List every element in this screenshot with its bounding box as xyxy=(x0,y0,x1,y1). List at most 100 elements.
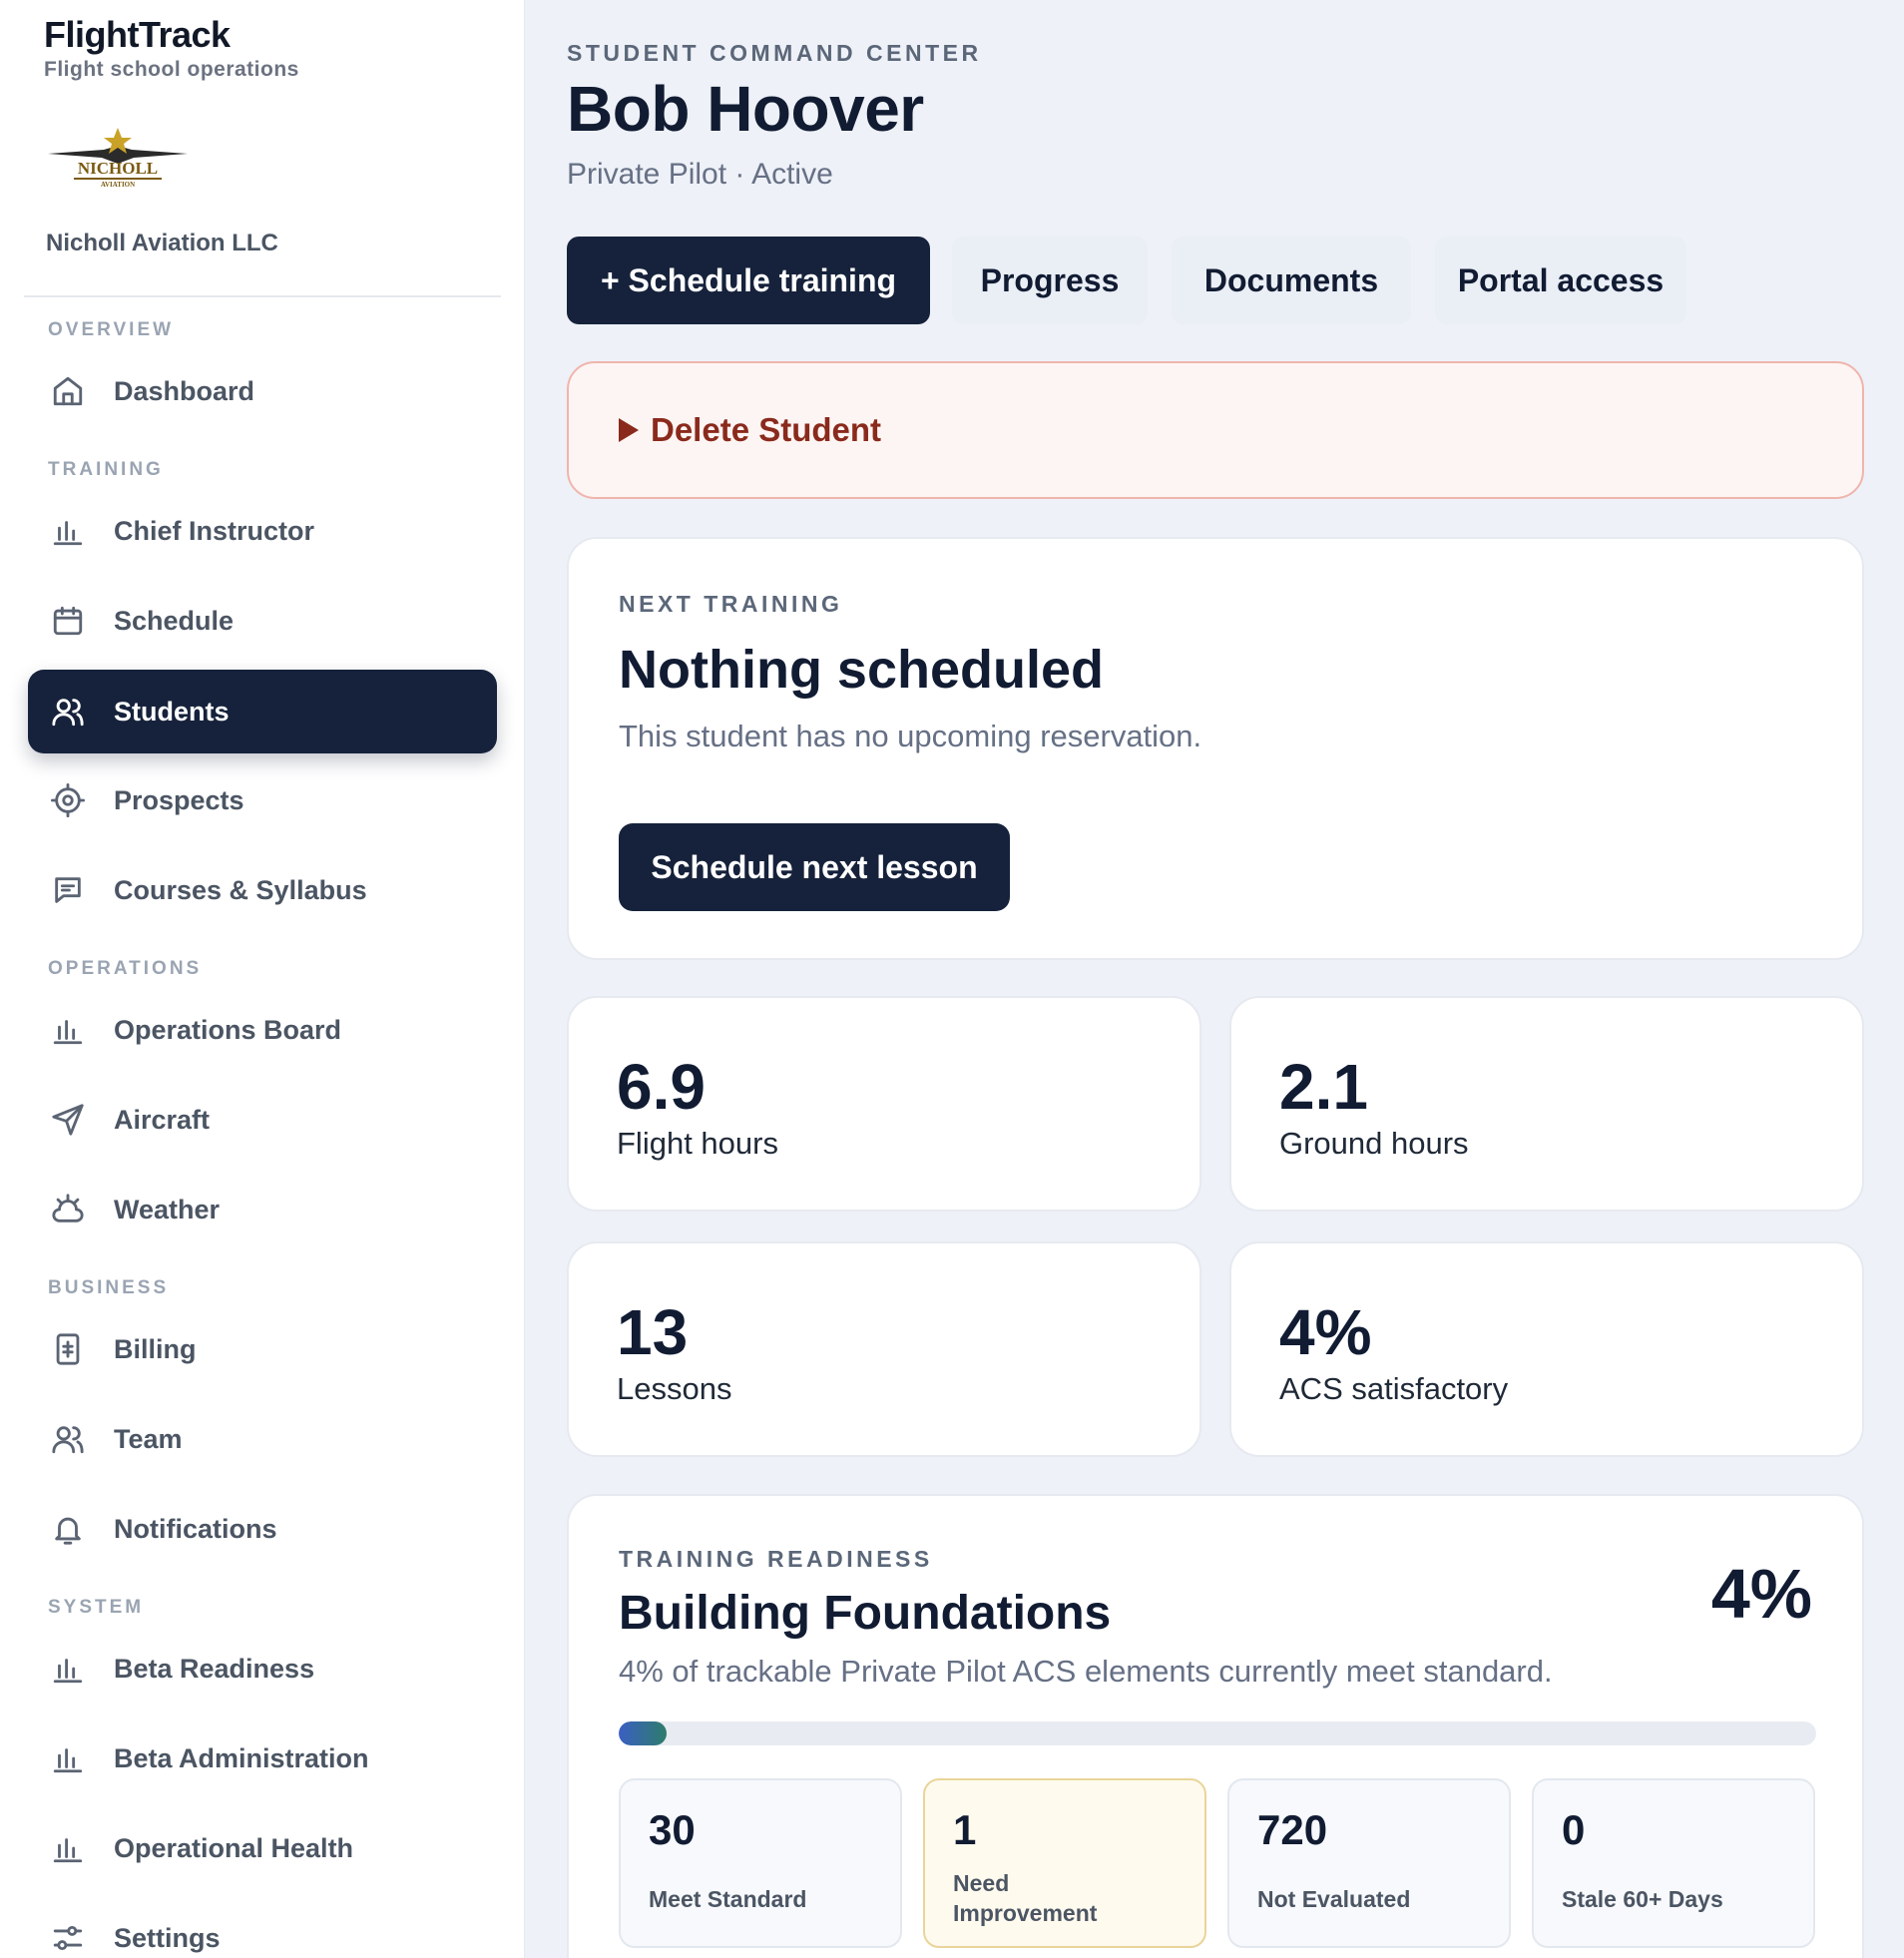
logo-text: NICHOLL xyxy=(78,159,158,178)
breakdown-meet-standard: 30 Meet Standard xyxy=(619,1778,902,1948)
home-icon xyxy=(50,373,86,409)
readiness-progress-fill xyxy=(619,1721,667,1745)
documents-button[interactable]: Documents xyxy=(1172,237,1411,324)
breakdown-label: Need Improvement xyxy=(953,1870,1098,1926)
org-name: Nicholl Aviation LLC xyxy=(46,230,278,256)
sidebar-item-courses-syllabus[interactable]: Courses & Syllabus xyxy=(28,848,497,932)
stat-label: Flight hours xyxy=(617,1126,778,1161)
bar-chart-icon xyxy=(50,1012,86,1048)
sidebar-item-dashboard[interactable]: Dashboard xyxy=(28,349,497,433)
sidebar-item-label: Chief Instructor xyxy=(114,515,315,546)
sidebar-item-label: Operations Board xyxy=(114,1014,342,1045)
stat-value: 6.9 xyxy=(617,1051,706,1123)
bar-chart-icon xyxy=(50,1740,86,1776)
sidebar-item-label: Prospects xyxy=(114,784,244,815)
sidebar-item-label: Schedule xyxy=(114,605,235,636)
sidebar-item-notifications[interactable]: Notifications xyxy=(28,1487,497,1571)
sidebar-item-weather[interactable]: Weather xyxy=(28,1168,497,1251)
receipt-icon xyxy=(50,1331,86,1367)
sidebar-item-label: Beta Administration xyxy=(114,1742,369,1773)
sidebar-item-label: Courses & Syllabus xyxy=(114,874,367,905)
stat-card-flight-hours: 6.9 Flight hours xyxy=(567,996,1201,1212)
sidebar-item-operations-board[interactable]: Operations Board xyxy=(28,988,497,1072)
bell-icon xyxy=(50,1511,86,1547)
readiness-percent: 4% xyxy=(1710,1555,1812,1633)
section-label-training: TRAINING xyxy=(48,459,164,480)
readiness-title: Building Foundations xyxy=(619,1587,1112,1640)
main-content: STUDENT COMMAND CENTER Bob Hoover Privat… xyxy=(525,0,1904,1958)
breakdown-not-evaluated: 720 Not Evaluated xyxy=(1227,1778,1511,1948)
section-label-operations: OPERATIONS xyxy=(48,958,203,979)
sidebar-item-prospects[interactable]: Prospects xyxy=(28,758,497,842)
readiness-progress-bar xyxy=(619,1721,1816,1745)
sidebar-item-students[interactable]: Students xyxy=(28,670,497,753)
breakdown-label: Meet Standard xyxy=(649,1886,807,1912)
stat-value: 13 xyxy=(617,1296,689,1368)
users-icon xyxy=(50,1421,86,1457)
delete-student-disclosure[interactable]: Delete Student xyxy=(567,361,1864,499)
sidebar-divider xyxy=(24,295,501,297)
sidebar-item-label: Notifications xyxy=(114,1513,277,1544)
page-title: Bob Hoover xyxy=(567,73,924,145)
sidebar: FlightTrack Flight school operations NIC… xyxy=(0,0,525,1958)
stat-card-lessons: 13 Lessons xyxy=(567,1241,1201,1457)
sidebar-item-chief-instructor[interactable]: Chief Instructor xyxy=(28,489,497,573)
stat-card-acs-satisfactory: 4% ACS satisfactory xyxy=(1229,1241,1864,1457)
sidebar-item-beta-administration[interactable]: Beta Administration xyxy=(28,1716,497,1800)
sidebar-item-label: Settings xyxy=(114,1922,221,1953)
disclosure-triangle-icon xyxy=(619,418,639,442)
progress-button[interactable]: Progress xyxy=(952,237,1148,324)
sidebar-item-label: Dashboard xyxy=(114,375,255,406)
message-square-icon xyxy=(50,872,86,908)
bar-chart-icon xyxy=(50,1651,86,1687)
training-readiness-card: TRAINING READINESS Building Foundations … xyxy=(567,1494,1864,1958)
page-eyebrow: STUDENT COMMAND CENTER xyxy=(567,40,982,66)
student-status: Private Pilot · Active xyxy=(567,158,833,191)
sidebar-item-billing[interactable]: Billing xyxy=(28,1307,497,1391)
sidebar-item-label: Operational Health xyxy=(114,1832,354,1863)
stat-label: ACS satisfactory xyxy=(1279,1371,1509,1406)
logo-subtext: AVIATION xyxy=(101,181,135,189)
sidebar-item-label: Billing xyxy=(114,1333,197,1364)
org-logo: NICHOLL AVIATION xyxy=(44,124,192,196)
send-icon xyxy=(50,1102,86,1138)
stat-card-ground-hours: 2.1 Ground hours xyxy=(1229,996,1864,1212)
delete-student-label: Delete Student xyxy=(651,411,882,448)
readiness-description: 4% of trackable Private Pilot ACS elemen… xyxy=(619,1654,1553,1689)
target-icon xyxy=(50,782,86,818)
users-icon xyxy=(50,694,86,730)
sidebar-item-schedule[interactable]: Schedule xyxy=(28,579,497,663)
calendar-icon xyxy=(50,603,86,639)
next-training-eyebrow: NEXT TRAINING xyxy=(619,591,843,617)
stat-value: 4% xyxy=(1279,1296,1372,1368)
schedule-training-button[interactable]: + Schedule training xyxy=(567,237,930,324)
next-training-text: This student has no upcoming reservation… xyxy=(619,719,1202,753)
next-training-card: NEXT TRAINING Nothing scheduled This stu… xyxy=(567,537,1864,960)
sidebar-item-label: Team xyxy=(114,1423,183,1454)
sidebar-item-label: Aircraft xyxy=(114,1104,211,1135)
breakdown-value: 0 xyxy=(1562,1806,1586,1853)
app-subtitle: Flight school operations xyxy=(44,58,299,81)
next-training-title: Nothing scheduled xyxy=(619,640,1104,700)
stat-label: Lessons xyxy=(617,1371,732,1406)
app-title: FlightTrack xyxy=(44,14,231,55)
sidebar-item-team[interactable]: Team xyxy=(28,1397,497,1481)
sidebar-item-aircraft[interactable]: Aircraft xyxy=(28,1078,497,1162)
sidebar-item-beta-readiness[interactable]: Beta Readiness xyxy=(28,1627,497,1711)
sidebar-item-label: Weather xyxy=(114,1194,221,1224)
cloud-sun-icon xyxy=(50,1192,86,1227)
sliders-icon xyxy=(50,1920,86,1956)
breakdown-label: Not Evaluated xyxy=(1257,1886,1411,1912)
readiness-eyebrow: TRAINING READINESS xyxy=(619,1546,933,1572)
sidebar-item-settings[interactable]: Settings xyxy=(28,1896,497,1958)
sidebar-item-operational-health[interactable]: Operational Health xyxy=(28,1806,497,1890)
portal-access-button[interactable]: Portal access xyxy=(1435,237,1686,324)
sidebar-item-label: Students xyxy=(114,696,230,727)
section-label-system: SYSTEM xyxy=(48,1597,145,1618)
breakdown-label: Stale 60+ Days xyxy=(1562,1886,1723,1912)
bar-chart-icon xyxy=(50,1830,86,1866)
breakdown-value: 1 xyxy=(953,1806,977,1853)
sidebar-item-label: Beta Readiness xyxy=(114,1653,315,1684)
schedule-next-lesson-button[interactable]: Schedule next lesson xyxy=(619,823,1010,911)
breakdown-stale: 0 Stale 60+ Days xyxy=(1532,1778,1815,1948)
